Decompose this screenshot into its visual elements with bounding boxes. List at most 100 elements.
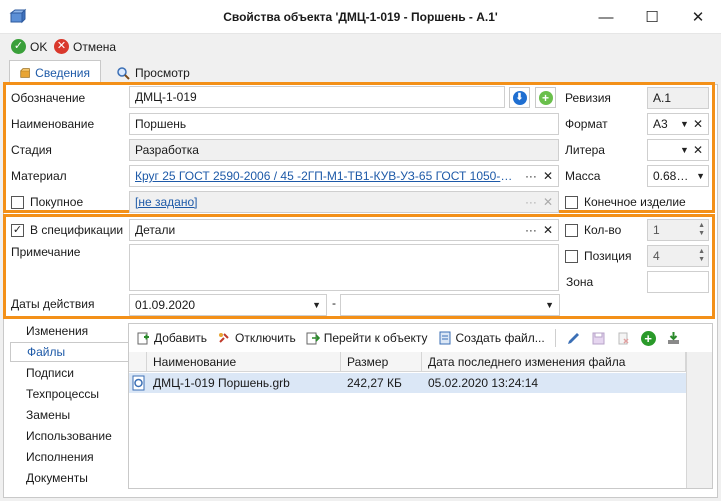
qty-check-box[interactable]: [565, 223, 578, 237]
in-spec-checkbox[interactable]: ✓ В спецификации: [11, 223, 123, 237]
cancel-button[interactable]: ✕ Отмена: [54, 39, 116, 54]
position-spinner[interactable]: 4 ▲ ▼: [647, 245, 709, 267]
material-label: Материал: [11, 169, 67, 183]
magnifier-icon: [117, 66, 130, 80]
chevron-down-icon[interactable]: ▼: [312, 300, 321, 310]
position-check-box[interactable]: [565, 249, 578, 263]
position-value: 4: [653, 249, 660, 263]
save-icon: [592, 332, 605, 344]
designation-add-button[interactable]: +: [535, 87, 556, 108]
final-product-check-box[interactable]: [565, 195, 578, 209]
mass-value: 0.68784: [653, 169, 695, 183]
add-circle-icon[interactable]: +: [640, 330, 656, 346]
tab-info-label: Сведения: [35, 66, 90, 80]
cancel-icon: ✕: [54, 39, 69, 54]
table-scrollbar[interactable]: [686, 352, 712, 488]
add-file-label: Добавить: [154, 331, 208, 345]
nav-item-processes[interactable]: Техпроцессы: [10, 384, 122, 404]
goto-object-button[interactable]: Перейти к объекту: [306, 331, 428, 345]
nav-item-label: Техпроцессы: [26, 387, 99, 401]
in-spec-check-box[interactable]: ✓: [11, 223, 24, 237]
chevron-down-icon[interactable]: ▼: [680, 145, 689, 155]
spinner-arrows-icon[interactable]: ▲ ▼: [698, 222, 705, 238]
format-label: Формат: [565, 117, 608, 131]
purchased-checkbox[interactable]: Покупное: [11, 195, 83, 209]
clear-icon[interactable]: ✕: [693, 143, 703, 157]
column-header-size[interactable]: Размер: [341, 352, 422, 372]
ok-button[interactable]: ✓ OK: [11, 39, 47, 54]
chevron-down-icon[interactable]: ▼: [545, 300, 554, 310]
clear-icon[interactable]: ✕: [543, 169, 553, 183]
download-icon[interactable]: [666, 331, 681, 346]
column-header-label: Наименование: [153, 354, 237, 369]
edit-icon[interactable]: [566, 331, 581, 346]
nav-item-label: Замены: [26, 408, 71, 422]
mass-field[interactable]: 0.68784 ▼: [647, 165, 709, 187]
detach-file-button[interactable]: Отключить: [217, 331, 296, 345]
format-value: А3: [653, 117, 668, 131]
material-field[interactable]: Круг 25 ГОСТ 2590-2006 / 45 -2ГП-М1-ТВ1-…: [129, 165, 559, 187]
spec-section-field[interactable]: Детали ··· ✕: [129, 219, 559, 241]
position-checkbox[interactable]: Позиция: [565, 249, 631, 263]
column-header-date[interactable]: Дата последнего изменения файла: [422, 352, 686, 372]
create-file-button[interactable]: Создать файл...: [438, 331, 545, 345]
clear-icon[interactable]: ✕: [543, 223, 553, 237]
date-from-picker[interactable]: 01.09.2020 ▼: [129, 294, 327, 316]
nav-item-signatures[interactable]: Подписи: [10, 363, 122, 383]
ellipsis-icon[interactable]: ···: [525, 169, 537, 183]
clear-icon[interactable]: ✕: [693, 117, 703, 131]
add-file-button[interactable]: Добавить: [136, 331, 207, 345]
name-label: Наименование: [11, 117, 95, 131]
file-size-value: 242,27 КБ: [347, 376, 402, 390]
goto-object-label: Перейти к объекту: [323, 331, 428, 345]
column-header-name[interactable]: Наименование: [147, 352, 341, 372]
litera-select[interactable]: ▼ ✕: [647, 139, 709, 161]
stage-label: Стадия: [11, 143, 52, 157]
create-file-label: Создать файл...: [455, 331, 545, 345]
ellipsis-icon[interactable]: ···: [525, 223, 537, 237]
close-button[interactable]: ✕: [675, 0, 721, 34]
spinner-arrows-icon[interactable]: ▲ ▼: [698, 248, 705, 264]
nav-item-documents[interactable]: Документы: [10, 468, 122, 488]
purchased-check-box[interactable]: [11, 195, 24, 209]
designation-value: ДМЦ-1-019: [135, 90, 197, 104]
designation-field[interactable]: ДМЦ-1-019: [129, 86, 505, 108]
stage-value: Разработка: [135, 143, 199, 157]
nav-item-changes[interactable]: Изменения: [10, 321, 122, 341]
ok-label: OK: [30, 39, 48, 54]
purchased-field[interactable]: [не задано] ··· ✕: [129, 191, 559, 213]
chevron-down-icon[interactable]: ▼: [696, 171, 705, 181]
minimize-button[interactable]: —: [583, 0, 629, 34]
note-textarea[interactable]: [129, 244, 559, 291]
purchased-link[interactable]: [не задано]: [135, 195, 519, 209]
name-field[interactable]: Поршень: [129, 113, 559, 135]
grb-file-icon: [132, 375, 145, 391]
nav-item-files[interactable]: Файлы: [10, 342, 129, 362]
nav-item-replacements[interactable]: Замены: [10, 405, 122, 425]
nav-item-label: Подписи: [26, 366, 74, 380]
table-header-indicator: [129, 352, 147, 372]
position-label: Позиция: [584, 249, 632, 263]
maximize-button[interactable]: ☐: [629, 0, 675, 34]
revision-field[interactable]: А.1: [647, 87, 709, 109]
nav-item-label: Файлы: [27, 345, 66, 359]
cancel-label: Отмена: [73, 39, 117, 54]
nav-item-usage[interactable]: Использование: [10, 426, 122, 446]
material-link[interactable]: Круг 25 ГОСТ 2590-2006 / 45 -2ГП-М1-ТВ1-…: [135, 169, 519, 183]
name-value: Поршень: [135, 117, 187, 131]
format-select[interactable]: А3 ▼ ✕: [647, 113, 709, 135]
date-from-value: 01.09.2020: [135, 298, 196, 312]
final-product-checkbox[interactable]: Конечное изделие: [565, 195, 686, 209]
plus-icon: +: [538, 90, 553, 105]
chevron-down-icon[interactable]: ▼: [680, 119, 689, 129]
file-date-value: 05.02.2020 13:24:14: [428, 376, 539, 390]
nav-item-variants[interactable]: Исполнения: [10, 447, 122, 467]
designation-pick-button[interactable]: ⬇: [509, 87, 530, 108]
check-icon: ✓: [11, 39, 26, 54]
stage-field[interactable]: Разработка: [129, 139, 559, 161]
date-to-picker[interactable]: ▼: [340, 294, 560, 316]
qty-checkbox[interactable]: Кол-во: [565, 223, 621, 237]
qty-spinner[interactable]: 1 ▲ ▼: [647, 219, 709, 241]
column-header-label: Дата последнего изменения файла: [428, 354, 626, 369]
zone-field[interactable]: [647, 271, 709, 293]
